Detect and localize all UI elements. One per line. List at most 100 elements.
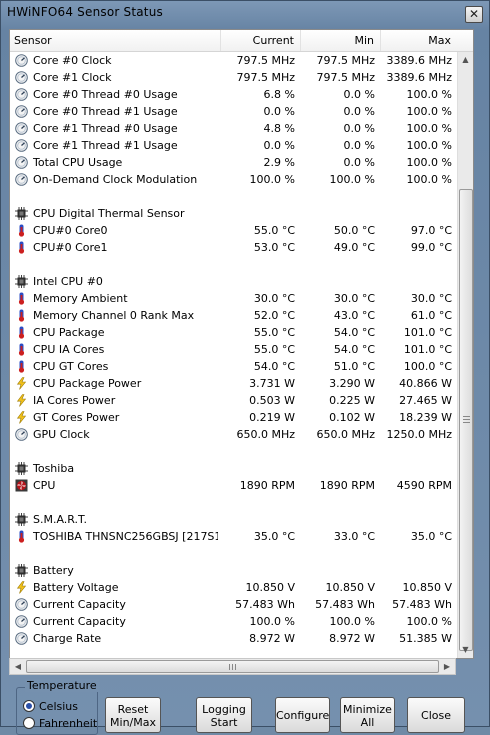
grip-line (232, 664, 233, 670)
sensor-name-cell: CPU Digital Thermal Sensor (13, 205, 218, 222)
chip-icon (15, 462, 28, 475)
current-value: 57.483 Wh (235, 598, 295, 611)
current-value: 6.8 % (263, 88, 295, 101)
grip-line (463, 416, 470, 417)
sensor-row[interactable]: Core #1 Thread #0 Usage 4.8 % 0.0 % 100.0 % (10, 120, 457, 137)
sensor-row[interactable]: CPU#0 Core0 55.0 °C 50.0 °C 97.0 °C (10, 222, 457, 239)
sensor-row[interactable]: TOSHIBA THNSNC256GBSJ [217S10... 35.0 °C 3… (10, 528, 457, 545)
sensor-row[interactable]: Core #0 Clock 797.5 MHz 797.5 MHz 3389.6 MH… (10, 52, 457, 69)
gauge-icon (15, 88, 28, 101)
sensor-row[interactable]: Core #0 Thread #1 Usage 0.0 % 0.0 % 100.0 % (10, 103, 457, 120)
sensor-row[interactable]: Battery Voltage 10.850 V 10.850 V 10.850 V (10, 579, 457, 596)
grip-line (235, 664, 236, 670)
fahrenheit-radio[interactable]: Fahrenheit (23, 717, 97, 730)
sensor-row[interactable]: CPU#0 Core1 53.0 °C 49.0 °C 99.0 °C (10, 239, 457, 256)
sensor-group-header[interactable]: CPU Digital Thermal Sensor (10, 205, 457, 222)
thermometer-icon (15, 326, 28, 339)
thermometer-icon (15, 241, 28, 254)
sensor-row[interactable]: Core #1 Clock 797.5 MHz 797.5 MHz 3389.6 MH… (10, 69, 457, 86)
close-button[interactable]: Close (407, 697, 465, 733)
sensor-row[interactable]: Core #1 Thread #1 Usage 0.0 % 0.0 % 100.0 % (10, 137, 457, 154)
sensor-name-cell: CPU Package (13, 324, 218, 341)
sensor-group-header[interactable]: Battery (10, 562, 457, 579)
sensor-row[interactable]: Current Capacity 100.0 % 100.0 % 100.0 % (10, 613, 457, 630)
celsius-radio[interactable]: Celsius (23, 700, 78, 713)
sensor-group-header[interactable]: Intel CPU #0 (10, 273, 457, 290)
sensor-row[interactable]: Core #0 Thread #0 Usage 6.8 % 0.0 % 100.0 % (10, 86, 457, 103)
min-value: 54.0 °C (333, 343, 375, 356)
scroll-left-arrow-icon[interactable]: ◀ (10, 659, 26, 674)
sensor-name-cell: Toshiba (13, 460, 218, 477)
horizontal-scrollbar[interactable]: ◀ ▶ (9, 658, 456, 675)
logging-start-button[interactable]: Logging Start (196, 697, 252, 733)
min-value: 650.0 MHz (316, 428, 375, 441)
sensor-name: Core #1 Thread #0 Usage (33, 122, 178, 135)
minimize-all-button[interactable]: Minimize All (340, 697, 395, 733)
title-bar[interactable]: HWiNFO64 Sensor Status ✕ (1, 1, 489, 27)
column-header-max[interactable]: Max (381, 30, 457, 51)
sensor-row[interactable]: IA Cores Power 0.503 W 0.225 W 27.465 W (10, 392, 457, 409)
min-value: 0.102 W (329, 411, 375, 424)
current-value: 8.972 W (249, 632, 295, 645)
current-value: 0.219 W (249, 411, 295, 424)
current-value: 3.731 W (249, 377, 295, 390)
scroll-up-arrow-icon[interactable]: ▲ (458, 52, 473, 68)
radio-unselected-icon[interactable] (23, 717, 35, 729)
column-header-current[interactable]: Current (221, 30, 301, 51)
current-value: 0.503 W (249, 394, 295, 407)
sensor-name: Core #1 Thread #1 Usage (33, 139, 178, 152)
fan-icon (15, 479, 28, 492)
sensor-name: CPU IA Cores (33, 343, 105, 356)
column-header-min[interactable]: Min (301, 30, 381, 51)
sensor-row[interactable]: GPU Clock 650.0 MHz 650.0 MHz 1250.0 MHz (10, 426, 457, 443)
horizontal-scroll-thumb[interactable] (26, 660, 439, 673)
sensor-name: Battery Voltage (33, 581, 119, 594)
gauge-icon (15, 428, 28, 441)
scroll-down-arrow-icon[interactable]: ▼ (458, 642, 473, 658)
sensor-row[interactable]: On-Demand Clock Modulation 100.0 % 100.0 %… (10, 171, 457, 188)
sensor-row[interactable]: GT Cores Power 0.219 W 0.102 W 18.239 W (10, 409, 457, 426)
sensor-row[interactable]: Charge Rate 8.972 W 8.972 W 51.385 W (10, 630, 457, 647)
window-close-button[interactable]: ✕ (465, 6, 483, 23)
sensor-group-header[interactable]: Toshiba (10, 460, 457, 477)
radio-selected-icon[interactable] (23, 700, 35, 712)
sensor-row[interactable]: CPU GT Cores 54.0 °C 51.0 °C 100.0 °C (10, 358, 457, 375)
scroll-right-arrow-icon[interactable]: ▶ (439, 659, 455, 674)
sensor-row[interactable]: CPU 1890 RPM 1890 RPM 4590 RPM (10, 477, 457, 494)
sensor-name-cell: S.M.A.R.T. (13, 511, 218, 528)
sensor-row[interactable]: CPU IA Cores 55.0 °C 54.0 °C 101.0 °C (10, 341, 457, 358)
min-value: 0.0 % (343, 88, 375, 101)
configure-button[interactable]: Configure (275, 697, 330, 733)
max-value: 101.0 °C (403, 343, 452, 356)
sensor-row[interactable]: Total CPU Usage 2.9 % 0.0 % 100.0 % (10, 154, 457, 171)
sensor-row[interactable]: CPU Package Power 3.731 W 3.290 W 40.866 W (10, 375, 457, 392)
sensor-group-header[interactable]: S.M.A.R.T. (10, 511, 457, 528)
min-value: 54.0 °C (333, 326, 375, 339)
gauge-icon (15, 173, 28, 186)
vertical-scroll-thumb[interactable] (459, 189, 473, 651)
reset-min-max-button[interactable]: Reset Min/Max (105, 697, 161, 733)
vertical-scrollbar[interactable]: ▲ ▼ (457, 52, 473, 658)
sensor-name-cell: CPU#0 Core1 (13, 239, 218, 256)
sensor-name-cell: IA Cores Power (13, 392, 218, 409)
sensor-name: Core #0 Thread #1 Usage (33, 105, 178, 118)
max-value: 100.0 % (406, 88, 452, 101)
max-value: 30.0 °C (410, 292, 452, 305)
celsius-label: Celsius (39, 700, 78, 713)
thermometer-icon (15, 224, 28, 237)
thermometer-icon (15, 309, 28, 322)
sensor-row[interactable]: CPU Package 55.0 °C 54.0 °C 101.0 °C (10, 324, 457, 341)
max-value: 100.0 % (406, 122, 452, 135)
sensor-name: Memory Ambient (33, 292, 128, 305)
column-header-sensor[interactable]: Sensor (10, 30, 221, 51)
max-value: 100.0 °C (403, 360, 452, 373)
sensor-name-cell: Memory Ambient (13, 290, 218, 307)
sensor-row[interactable]: Memory Ambient 30.0 °C 30.0 °C 30.0 °C (10, 290, 457, 307)
sensor-row[interactable]: Memory Channel 0 Rank Max 52.0 °C 43.0 °C 6… (10, 307, 457, 324)
sensor-name-cell: Battery (13, 562, 218, 579)
table-header: Sensor Current Min Max (10, 30, 473, 52)
sensor-name-cell: CPU GT Cores (13, 358, 218, 375)
current-value: 2.9 % (263, 156, 295, 169)
sensor-row[interactable]: Current Capacity 57.483 Wh 57.483 Wh 57.483… (10, 596, 457, 613)
bottom-toolbar: Temperature Celsius Fahrenheit Reset Min… (1, 677, 489, 735)
